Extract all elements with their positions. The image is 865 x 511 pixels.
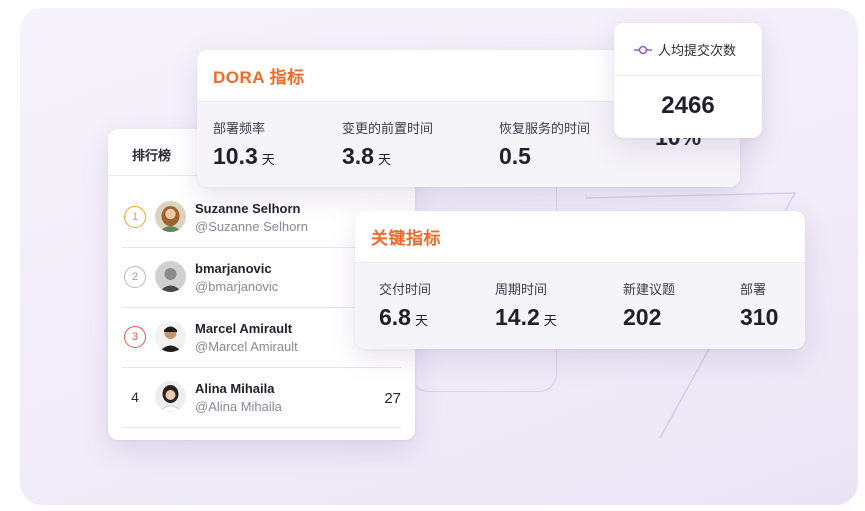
- key-metrics-header: 关键指标: [355, 211, 805, 263]
- leaderboard-row[interactable]: 4 Alina Mihaila @Alina Mihaila 27: [122, 368, 401, 428]
- user-handle: @bmarjanovic: [195, 279, 279, 294]
- commits-value: 2466: [661, 92, 715, 119]
- metric-label: 部署频率: [213, 121, 266, 136]
- metric-value: 0.5: [499, 143, 531, 169]
- user-name: Marcel Amirault: [195, 321, 293, 336]
- metric-value: 6.8: [379, 304, 411, 330]
- user-score: 27: [384, 390, 401, 407]
- avatar: [155, 201, 186, 232]
- metric-unit: 天: [377, 152, 391, 167]
- rank-badge: 1: [124, 206, 146, 228]
- user-name: bmarjanovic: [195, 261, 272, 276]
- metric-label: 周期时间: [495, 282, 548, 297]
- metric-new-issues: 新建议题 202: [623, 279, 675, 331]
- metric-label: 变更的前置时间: [342, 121, 434, 136]
- metric-label: 恢复服务的时间: [499, 121, 591, 136]
- metric-lead-time: 变更的前置时间 3.8 天: [342, 118, 433, 170]
- metric-value: 310: [740, 304, 779, 330]
- dora-title: DORA 指标: [213, 68, 305, 87]
- avatar: [155, 261, 186, 292]
- commits-per-person-card: 人均提交次数 2466: [614, 23, 762, 138]
- metric-deploy-frequency: 部署频率 10.3 天: [213, 118, 275, 170]
- metric-value: 202: [623, 304, 662, 330]
- metric-unit: 天: [261, 152, 275, 167]
- metric-restore-time: 恢复服务的时间 0.5: [499, 118, 590, 170]
- metric-value: 14.2: [495, 304, 540, 330]
- user-handle: @Marcel Amirault: [195, 339, 298, 354]
- metric-delivery-time: 交付时间 6.8 天: [379, 279, 431, 331]
- rank-number: 4: [131, 389, 139, 405]
- rank-badge: 3: [124, 326, 146, 348]
- metric-deployments: 部署 310: [740, 279, 782, 331]
- key-metrics-card: 关键指标 交付时间 6.8 天 周期时间 14.2 天 新建议题 202 部署 31…: [355, 211, 805, 349]
- metric-cycle-time: 周期时间 14.2 天: [495, 279, 557, 331]
- rank-badge: 2: [124, 266, 146, 288]
- avatar: [155, 381, 186, 412]
- user-handle: @Alina Mihaila: [195, 399, 282, 414]
- metric-unit: 天: [414, 313, 428, 328]
- commit-icon: [634, 43, 652, 55]
- leaderboard-tab[interactable]: 排行榜: [132, 145, 171, 164]
- metric-label: 部署: [740, 282, 767, 297]
- metric-value: 3.8: [342, 143, 374, 169]
- metric-label: 交付时间: [379, 282, 432, 297]
- metric-unit: 天: [543, 313, 557, 328]
- metric-label: 新建议题: [623, 282, 676, 297]
- commits-label: 人均提交次数: [658, 42, 737, 58]
- user-name: Alina Mihaila: [195, 381, 275, 396]
- avatar: [155, 321, 186, 352]
- showcase-background: 排行榜 1 Suzanne Selhorn @Suzanne Selhorn 2…: [20, 8, 858, 505]
- metric-value: 10.3: [213, 143, 258, 169]
- user-handle: @Suzanne Selhorn: [195, 219, 308, 234]
- key-metrics-title: 关键指标: [371, 229, 441, 248]
- user-name: Suzanne Selhorn: [195, 201, 301, 216]
